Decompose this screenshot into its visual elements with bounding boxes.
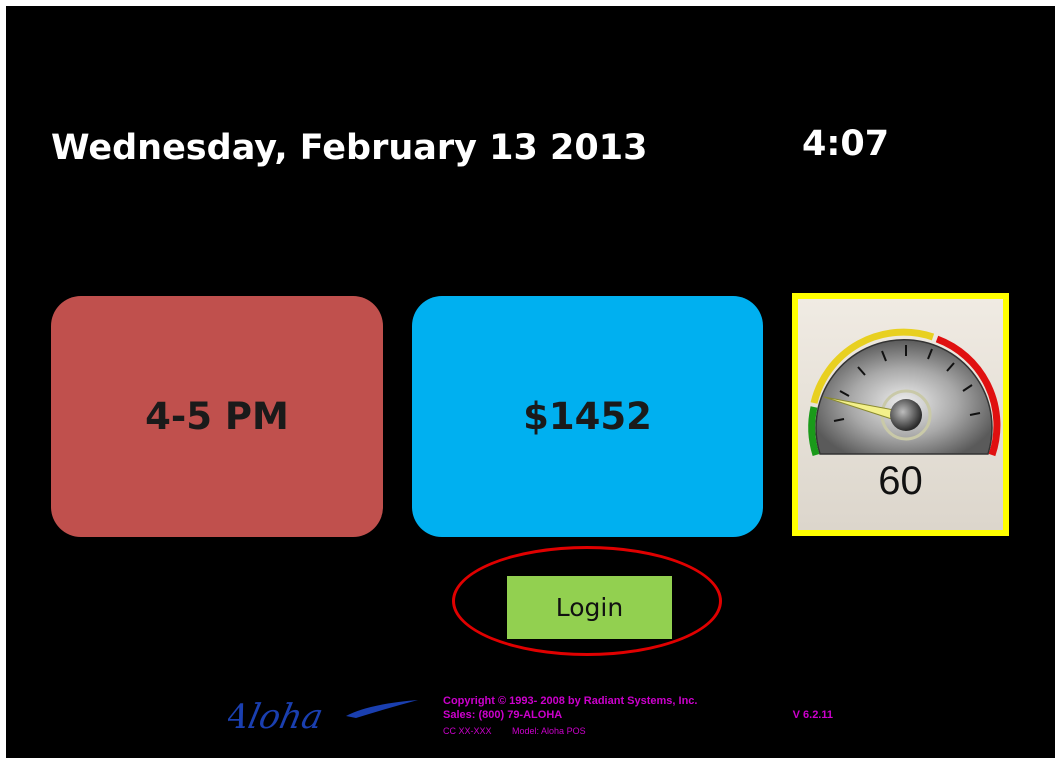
login-button-label: Login	[555, 593, 624, 622]
aloha-logo: Aloha	[228, 697, 418, 737]
gauge-panel: 60	[798, 299, 1003, 530]
version-text: V 6.2.11	[792, 709, 833, 721]
hour-tile[interactable]: 4-5 PM	[51, 296, 383, 537]
speed-gauge-tile[interactable]: 60	[792, 293, 1009, 536]
gauge-value: 60	[878, 459, 923, 503]
login-button[interactable]: Login	[507, 576, 672, 639]
sales-tile[interactable]: $1452	[412, 296, 763, 537]
cc-code: CC XX-XXX	[443, 726, 492, 736]
hour-tile-label: 4-5 PM	[145, 395, 289, 438]
aloha-logo-text: Aloha	[228, 697, 326, 737]
model-text: Model: Aloha POS	[512, 726, 586, 736]
sales-phone: Sales: (800) 79-ALOHA	[443, 709, 563, 721]
sales-tile-label: $1452	[523, 395, 652, 438]
copyright-block: Copyright © 1993- 2008 by Radiant System…	[443, 694, 833, 738]
copyright-text: Copyright © 1993- 2008 by Radiant System…	[443, 695, 698, 707]
time-display: 4:07	[802, 124, 890, 164]
date-display: Wednesday, February 13 2013	[51, 128, 648, 168]
